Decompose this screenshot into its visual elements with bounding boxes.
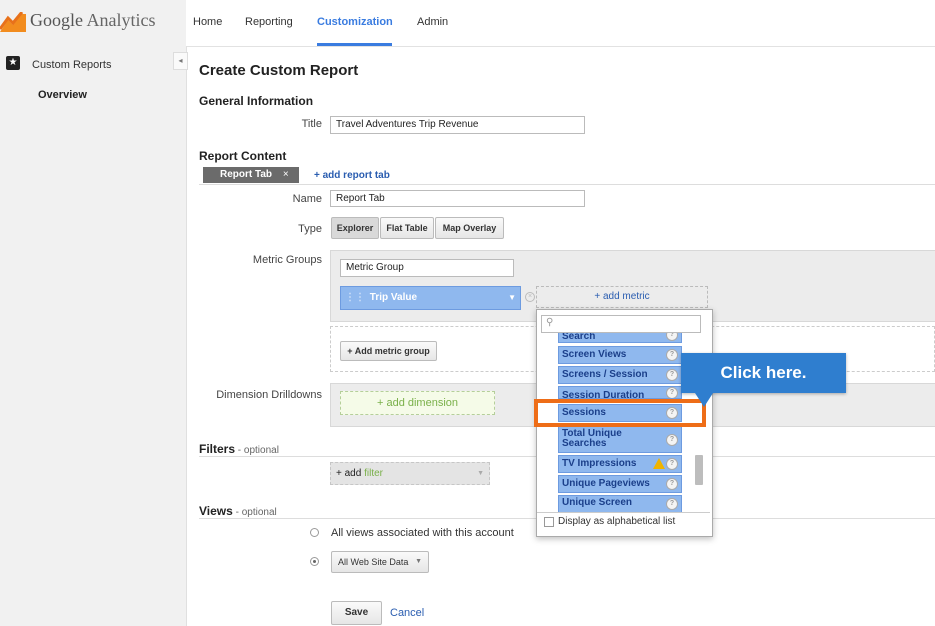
tab-customization[interactable]: Customization [317,16,393,28]
add-filter-button[interactable]: + add filter ▼ [330,462,490,485]
callout-pointer [695,393,713,407]
metric-item-screen-views[interactable]: Screen Views? [558,346,682,364]
type-explorer-button[interactable]: Explorer [331,217,379,239]
type-map-overlay-button[interactable]: Map Overlay [435,217,504,239]
add-report-tab-link[interactable]: + add report tab [314,170,390,181]
chevron-down-icon: ▼ [477,470,484,477]
title-input[interactable]: Travel Adventures Trip Revenue [330,116,585,134]
cancel-link[interactable]: Cancel [390,607,424,619]
help-icon[interactable]: ? [666,478,678,490]
help-icon[interactable]: ? [666,349,678,361]
metric-chip-label: Trip Value [369,292,418,303]
metric-item-unique-screen[interactable]: Unique Screen? [558,495,682,513]
metric-item-unique-pageviews[interactable]: Unique Pageviews? [558,475,682,493]
logo-google: Google [30,10,83,30]
tab-home[interactable]: Home [193,16,222,28]
filters-heading: Filters - optional [199,442,279,456]
sidebar-item-custom-reports[interactable]: Custom Reports [32,59,111,71]
metric-item-label: Screens / Session [562,369,648,380]
logo-area: Google Analytics [0,0,186,46]
add-filter-prefix: + add [336,468,362,479]
help-icon[interactable]: ? [666,333,678,341]
metric-item-label: Unique Screen [562,497,633,508]
search-icon: ⚲ [546,317,554,328]
chevron-down-icon: ▼ [415,558,422,565]
filters-heading-text: Filters [199,442,236,456]
save-button[interactable]: Save [331,601,382,625]
metric-search-input[interactable]: ⚲ [541,315,701,333]
add-filter-word: filter [364,468,383,479]
add-metric-group-button[interactable]: + Add metric group [340,341,437,361]
metric-item-tv-impressions[interactable]: TV Impressions? [558,455,682,473]
view-select-dropdown[interactable]: All Web Site Data ▼ [331,551,429,573]
metric-list-scrollbar[interactable] [695,455,703,485]
sidebar-item-overview[interactable]: Overview [38,89,87,101]
type-flat-table-button[interactable]: Flat Table [380,217,434,239]
drag-handle-icon[interactable]: ⋮⋮ [345,292,365,303]
dimension-drilldowns-label: Dimension Drilldowns [216,389,322,401]
name-input[interactable]: Report Tab [330,190,585,207]
report-tab-chip[interactable]: Report Tab × [203,167,299,183]
metric-chip[interactable]: ⋮⋮ Trip Value ▼ [340,286,521,310]
divider [199,184,935,185]
radio-dot [313,560,316,563]
radio-selected-view[interactable] [310,557,319,566]
metric-item-session-duration[interactable]: Session Duration? [558,386,682,399]
google-analytics-logo-icon [0,12,26,32]
type-label: Type [298,223,322,235]
metric-item-search[interactable]: Search? [558,333,682,343]
metric-item-label: Unique Pageviews [562,478,650,489]
close-icon[interactable]: × [283,169,289,180]
all-views-label: All views associated with this account [331,527,514,539]
title-label: Title [301,118,322,130]
active-tab-indicator [317,43,392,46]
metric-item-label: Session Duration [562,390,645,399]
general-info-heading: General Information [199,94,314,108]
star-icon: ★ [6,56,20,70]
tab-reporting[interactable]: Reporting [245,16,293,28]
views-heading-text: Views [199,504,233,518]
help-icon[interactable]: ? [666,498,678,510]
metric-item-label: Total Unique Searches [562,428,622,449]
sidebar [0,46,187,626]
metric-item-screens-per-session[interactable]: Screens / Session? [558,366,682,384]
callout-tooltip: Click here. [681,353,846,393]
views-heading: Views - optional [199,504,277,518]
chevron-down-icon[interactable]: ▼ [508,287,516,309]
collapse-sidebar-button[interactable]: ◂ [173,52,188,70]
metric-group-name-input[interactable]: Metric Group [340,259,514,277]
views-optional: - optional [232,507,277,518]
metric-groups-label: Metric Groups [252,254,322,266]
highlight-box [534,399,706,427]
add-dimension-button[interactable]: + add dimension [340,391,495,415]
name-label: Name [292,193,322,205]
report-content-heading: Report Content [199,149,287,163]
alphabetical-label: Display as alphabetical list [558,516,676,527]
help-icon[interactable]: ? [666,387,678,398]
metric-item-label: TV Impressions [562,458,637,469]
add-metric-button[interactable]: + add metric [536,286,708,308]
help-icon[interactable]: ? [666,433,678,446]
warning-icon [653,458,665,469]
view-select-value: All Web Site Data [338,557,409,567]
help-icon[interactable]: ? [666,369,678,381]
page-title: Create Custom Report [199,62,359,79]
metric-item-total-unique-searches[interactable]: Total Unique Searches? [558,426,682,453]
tab-admin[interactable]: Admin [417,16,448,28]
remove-metric-icon[interactable]: × [525,292,535,302]
logo-text[interactable]: Google Analytics [30,10,156,31]
logo-analytics: Analytics [86,10,156,30]
metric-item-label: Screen Views [562,349,627,360]
alphabetical-checkbox[interactable] [544,517,554,527]
divider [537,512,710,513]
filters-optional: - optional [235,445,279,456]
report-tab-label: Report Tab [220,169,273,180]
radio-all-views[interactable] [310,528,319,537]
metric-item-label: Search [562,333,596,342]
help-icon[interactable]: ? [666,458,678,470]
